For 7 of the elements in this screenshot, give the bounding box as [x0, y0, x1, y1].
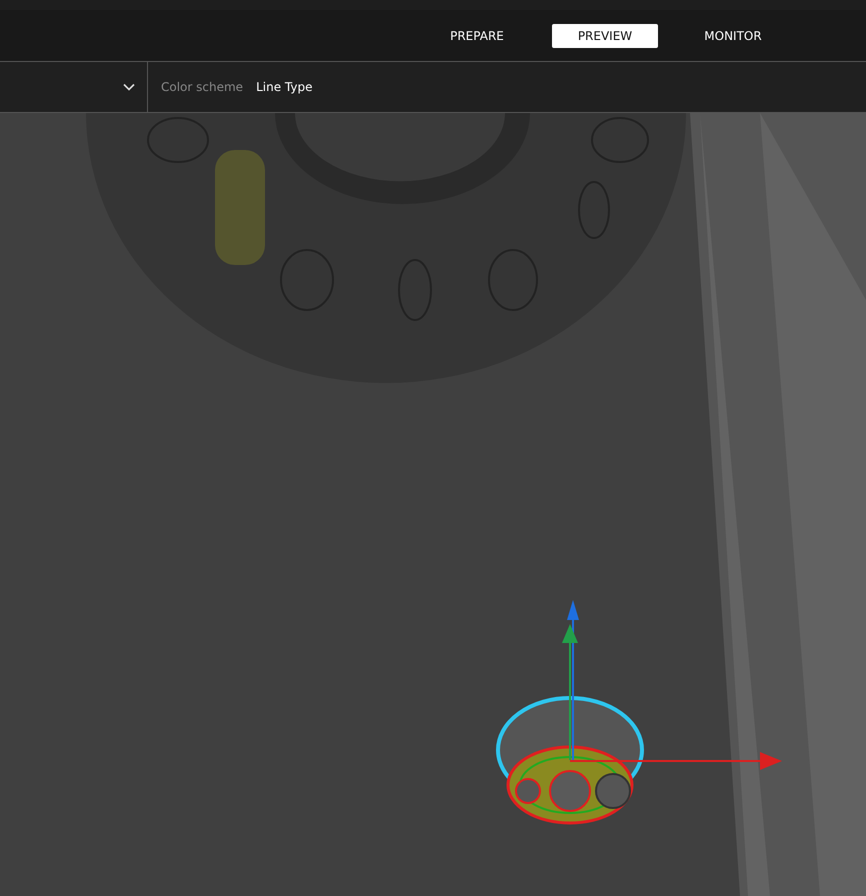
stage-tab[interactable]: MONITOR: [680, 24, 786, 48]
chevron-down-icon: [123, 83, 135, 91]
stage-tab[interactable]: PREPARE: [424, 24, 530, 48]
color-scheme-value[interactable]: Line Type: [256, 80, 312, 94]
stage-tab[interactable]: PREVIEW: [552, 24, 658, 48]
viewport-3d[interactable]: [0, 113, 866, 896]
color-scheme-label: Color scheme: [161, 80, 244, 94]
